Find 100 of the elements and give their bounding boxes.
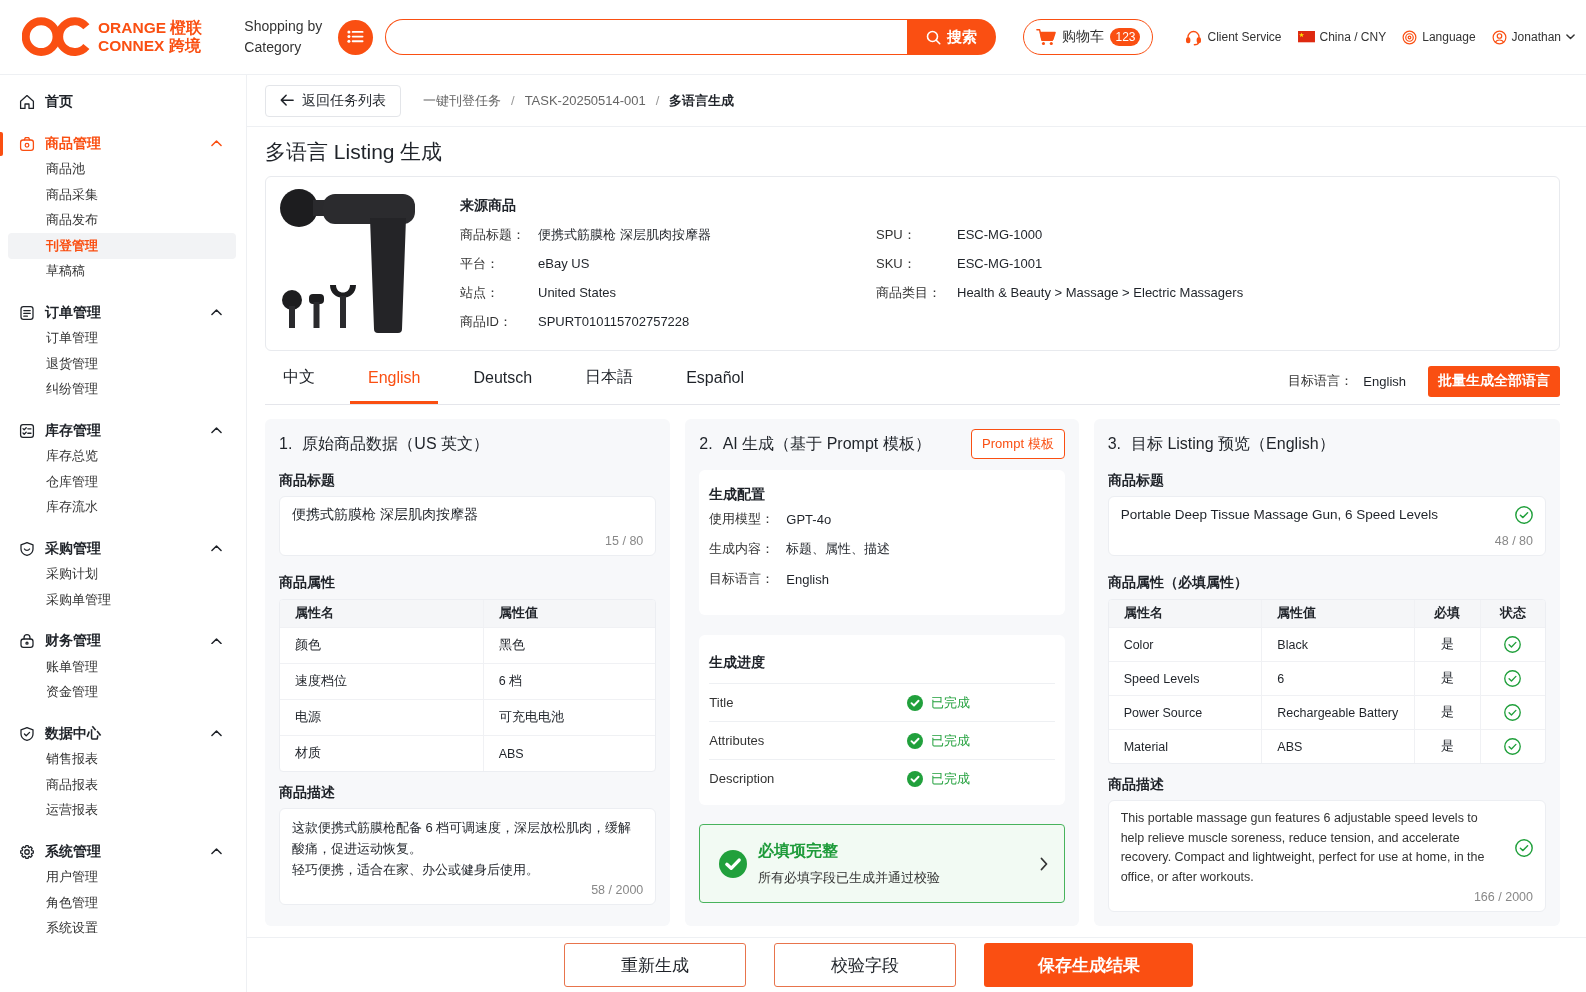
validation-banner[interactable]: 必填项完整 所有必填字段已生成并通过校验 [699, 824, 1065, 903]
document-icon [19, 304, 35, 321]
target-language-label: 目标语言： [1288, 372, 1354, 390]
sidebar-item[interactable]: 采购计划 [8, 561, 236, 587]
table-cell: 6 档 [498, 673, 523, 690]
user-menu[interactable]: Jonathan [1491, 29, 1575, 45]
language-tab[interactable]: 中文 [265, 358, 333, 404]
sidebar-item[interactable]: 首页 [0, 89, 246, 115]
config-value: GPT-4o [786, 511, 832, 527]
table-cell: 速度档位 [295, 673, 347, 690]
sidebar-group[interactable]: 采购管理 [0, 535, 246, 562]
search-field[interactable] [385, 19, 908, 55]
table-cell: 可充电电池 [498, 709, 564, 726]
section-heading: 商品属性 [279, 573, 335, 592]
char-count: 166 / 2000 [1473, 889, 1533, 905]
field-label: 站点： [460, 283, 500, 302]
arrow-left-icon [280, 94, 294, 107]
home-icon [19, 94, 35, 110]
count-badge: 123 [1110, 28, 1141, 46]
description-field[interactable] [1107, 800, 1546, 912]
field-label: 商品标题： [460, 225, 526, 244]
sidebar-item[interactable]: 用户管理 [8, 864, 236, 890]
user-icon [1491, 29, 1507, 45]
bag-icon [19, 135, 35, 152]
sidebar-item[interactable]: 商品发布 [8, 207, 236, 233]
column-header: 属性值 [498, 605, 538, 622]
table-cell: 是 [1440, 636, 1454, 653]
sidebar-item[interactable]: 采购单管理 [8, 587, 236, 613]
title-field[interactable]: Portable Deep Tissue Massage Gun, 6 Speed Levels 48 / 80 [1107, 496, 1546, 556]
column-header: 属性名 [295, 605, 334, 622]
header-link[interactable]: Language [1402, 29, 1476, 45]
search-icon [926, 29, 942, 45]
table-cell: 是 [1440, 670, 1454, 687]
sidebar-item[interactable]: 账单管理 [8, 654, 236, 680]
sidebar-item[interactable]: 商品池 [8, 156, 236, 182]
field-label: 商品类目： [876, 283, 942, 302]
back-button[interactable]: 返回任务列表 [265, 84, 401, 117]
lock-icon [19, 633, 35, 649]
check-circle-icon [719, 849, 748, 878]
field-text: 便携式筋膜枪 深层肌肉按摩器 [292, 506, 479, 524]
sidebar-item[interactable]: 商品采集 [8, 182, 236, 208]
sidebar-item[interactable]: 销售报表 [8, 746, 236, 772]
header-link[interactable]: China / CNY [1297, 30, 1387, 44]
sidebar-item[interactable]: 库存流水 [8, 494, 236, 520]
description-field[interactable]: 这款便携式筋膜枪配备 6 档可调速度，深层放松肌肉，缓解酸痛，促进运动恢复。 轻巧便携，适合在家、办公或健身后使用。 58 / 2000 [279, 808, 657, 905]
sidebar-item[interactable]: 运营报表 [8, 797, 236, 823]
sidebar-group[interactable]: 系统管理 [0, 838, 246, 865]
sidebar-item[interactable]: 仓库管理 [8, 469, 236, 495]
breadcrumb-link[interactable]: 一键刊登任务 [423, 91, 501, 110]
header-link[interactable]: Client Service [1185, 28, 1282, 46]
action-button[interactable]: 重新生成 [564, 943, 746, 987]
language-tab[interactable]: Español [668, 358, 762, 404]
table-cell: Color [1123, 637, 1154, 652]
section-heading: 商品属性（必填属性） [1107, 573, 1248, 592]
sidebar-item[interactable]: 资金管理 [8, 679, 236, 705]
prompt-template-button[interactable]: Prompt 模板 [971, 429, 1065, 459]
table-cell: Speed Levels [1123, 671, 1200, 686]
section-heading: 商品描述 [1107, 775, 1164, 794]
table-cell: 是 [1440, 738, 1454, 755]
field-label: 商品ID： [460, 312, 513, 331]
table-cell: ABS [498, 746, 524, 761]
sidebar-item[interactable]: 商品报表 [8, 772, 236, 798]
config-value: 标题、属性、描述 [786, 540, 891, 558]
sidebar-group[interactable]: 数据中心 [0, 720, 246, 747]
cart-button[interactable]: 购物车 123 [1023, 19, 1154, 55]
language-tab[interactable]: Deutsch [455, 358, 551, 404]
progress-label: Description [709, 771, 776, 786]
panel-title: 原始商品数据（US 英文） [302, 433, 489, 454]
sidebar-item[interactable]: 纠纷管理 [8, 376, 236, 402]
sidebar-item[interactable]: 角色管理 [8, 890, 236, 916]
action-button[interactable]: 校验字段 [774, 943, 956, 987]
banner-title: 必填项完整 [758, 840, 840, 861]
breadcrumb-link[interactable]: TASK-20250514-001 [524, 93, 646, 108]
table-cell: 是 [1440, 704, 1454, 721]
sidebar-group[interactable]: 订单管理 [0, 299, 246, 326]
target-icon [1402, 29, 1418, 45]
panel-title: AI 生成（基于 Prompt 模板） [722, 433, 931, 454]
field-value: eBay US [538, 256, 590, 271]
table-cell: 电源 [295, 709, 321, 726]
sidebar-item[interactable]: 库存总览 [8, 443, 236, 469]
section-heading: 商品描述 [279, 783, 335, 802]
table-cell: 黑色 [498, 637, 525, 654]
status-text: 已完成 [931, 769, 971, 788]
progress-label: Attributes [709, 733, 766, 748]
panel-number: 2. [699, 435, 713, 453]
sidebar-group[interactable]: 库存管理 [0, 417, 246, 444]
section-heading: 商品标题 [1107, 471, 1164, 490]
language-tab[interactable]: 日本語 [567, 358, 652, 404]
sidebar-group[interactable]: 财务管理 [0, 628, 246, 654]
field-value: United States [538, 285, 617, 300]
sidebar-item[interactable]: 退货管理 [8, 351, 236, 377]
table-cell: Material [1123, 739, 1169, 754]
sidebar-item[interactable]: 系统设置 [8, 915, 236, 941]
title-field[interactable]: 便携式筋膜枪 深层肌肉按摩器 15 / 80 [279, 496, 657, 556]
sidebar-item[interactable]: 草稿稿 [8, 258, 236, 284]
sidebar-item[interactable]: 订单管理 [8, 325, 236, 351]
breadcrumb-separator: / [655, 93, 660, 108]
table-cell: Power Source [1123, 705, 1203, 720]
menu-button[interactable] [338, 19, 374, 55]
chevron-down-icon [1566, 34, 1575, 40]
